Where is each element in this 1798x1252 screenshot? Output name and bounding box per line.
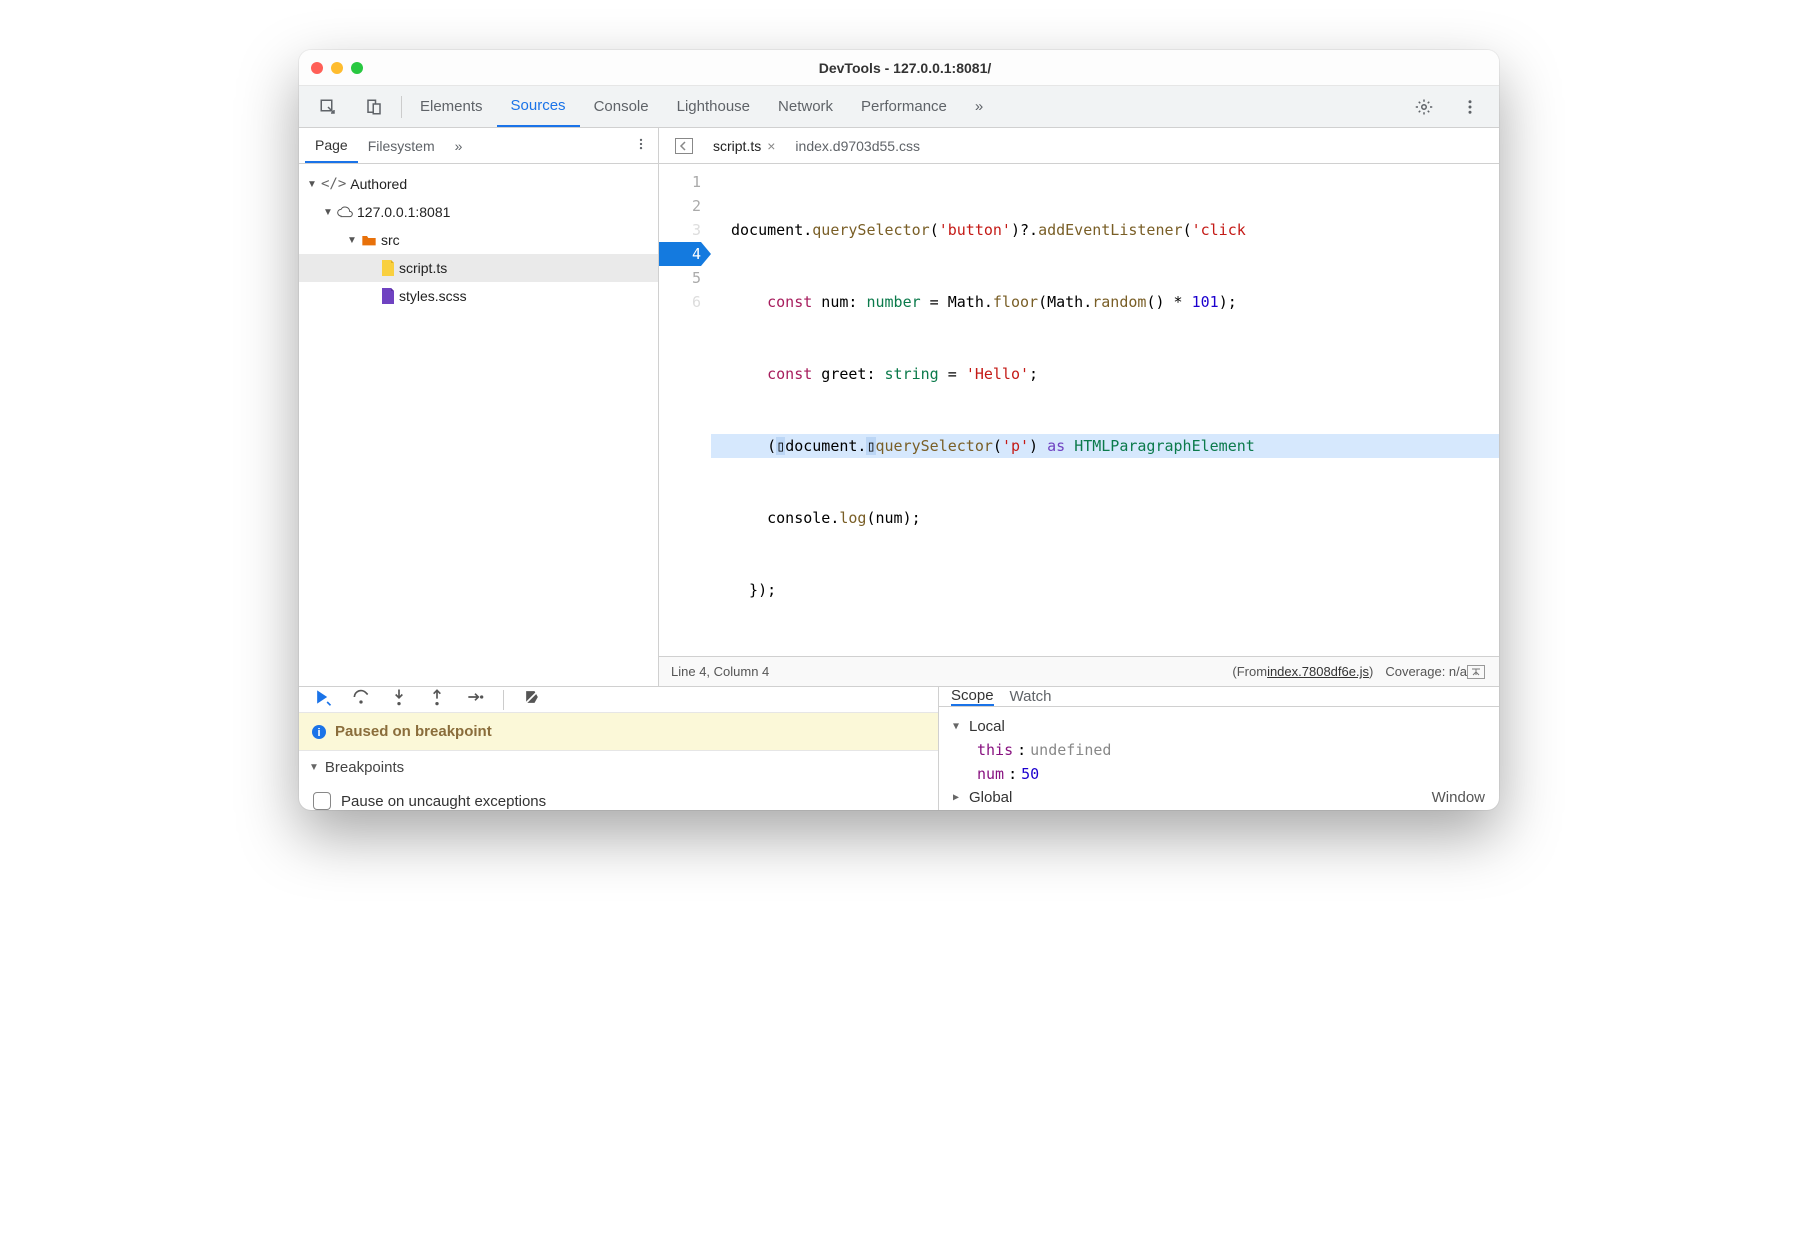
titlebar: DevTools - 127.0.0.1:8081/: [299, 50, 1499, 86]
nav-tab-filesystem[interactable]: Filesystem: [358, 128, 445, 163]
paused-banner: i Paused on breakpoint: [299, 713, 938, 751]
nav-tab-more[interactable]: »: [445, 128, 473, 163]
scope-num[interactable]: num: 50: [953, 762, 1485, 786]
nav-kebab-icon[interactable]: [624, 137, 658, 154]
source-map-link[interactable]: index.7808df6e.js: [1267, 664, 1369, 679]
coverage-status: Coverage: n/a: [1385, 664, 1467, 679]
close-tab-icon[interactable]: ×: [767, 138, 775, 154]
window-title: DevTools - 127.0.0.1:8081/: [323, 60, 1487, 76]
tab-elements[interactable]: Elements: [406, 86, 497, 127]
editor-tab-other[interactable]: index.d9703d55.css: [785, 138, 930, 154]
editor-pane: script.ts × index.d9703d55.css 1 2 3 4 5…: [659, 128, 1499, 686]
code-editor[interactable]: 1 2 3 4 5 6 document.querySelector('butt…: [659, 164, 1499, 656]
checkbox-unchecked-icon: [313, 792, 331, 810]
step-out-icon[interactable]: [427, 687, 447, 712]
deactivate-breakpoints-icon[interactable]: [522, 687, 542, 712]
authored-icon: </>: [321, 176, 346, 192]
scope-panel: Scope Watch ▼Local this: undefined num: …: [939, 687, 1499, 810]
scope-local[interactable]: ▼Local: [953, 715, 1485, 738]
step-into-icon[interactable]: [389, 687, 409, 712]
tab-watch[interactable]: Watch: [1010, 687, 1052, 706]
code-content[interactable]: document.querySelector('button')?.addEve…: [711, 164, 1499, 656]
nav-tab-page[interactable]: Page: [305, 128, 358, 163]
more-tabs[interactable]: »: [961, 86, 997, 127]
file-tree: ▼ </> Authored ▼ 127.0.0.1:8081 ▼ src sc…: [299, 164, 658, 686]
debugger-left-panel: i Paused on breakpoint ▼Breakpoints Paus…: [299, 687, 939, 810]
tab-network[interactable]: Network: [764, 86, 847, 127]
debugger-toolbar: [299, 687, 938, 713]
info-icon: i: [311, 724, 327, 740]
window-close-icon[interactable]: [311, 62, 323, 74]
pause-uncaught-checkbox[interactable]: Pause on uncaught exceptions: [313, 788, 938, 810]
tab-console[interactable]: Console: [580, 86, 663, 127]
tab-scope[interactable]: Scope: [951, 687, 994, 706]
cursor-position: Line 4, Column 4: [671, 664, 769, 679]
resume-icon[interactable]: [313, 687, 333, 712]
tree-host[interactable]: ▼ 127.0.0.1:8081: [299, 198, 658, 226]
svg-text:i: i: [317, 727, 320, 739]
scope-this[interactable]: this: undefined: [953, 738, 1485, 762]
settings-icon[interactable]: [1401, 86, 1447, 127]
tree-file-styles[interactable]: styles.scss: [299, 282, 658, 310]
tree-authored[interactable]: ▼ </> Authored: [299, 170, 658, 198]
tree-folder-src[interactable]: ▼ src: [299, 226, 658, 254]
line-gutter[interactable]: 1 2 3 4 5 6: [659, 164, 711, 656]
tab-lighthouse[interactable]: Lighthouse: [663, 86, 764, 127]
device-icon[interactable]: [351, 86, 397, 127]
scss-file-icon: [381, 288, 395, 304]
ts-file-icon: [381, 260, 395, 276]
navigator-pane: Page Filesystem » ▼ </> Authored ▼ 127.0…: [299, 128, 659, 686]
separator: [503, 690, 504, 710]
cloud-icon: [337, 204, 353, 220]
toggle-navigator-icon[interactable]: [665, 138, 703, 154]
folder-icon: [361, 233, 377, 247]
editor-tab-active[interactable]: script.ts ×: [703, 138, 785, 154]
tab-performance[interactable]: Performance: [847, 86, 961, 127]
breakpoints-header[interactable]: ▼Breakpoints: [299, 751, 938, 784]
inspect-icon[interactable]: [305, 86, 351, 127]
editor-status-bar: Line 4, Column 4 (From index.7808df6e.js…: [659, 656, 1499, 686]
toggle-drawer-icon[interactable]: [1467, 665, 1485, 679]
scope-global[interactable]: ▶Global Window: [953, 786, 1485, 809]
separator: [401, 96, 402, 118]
tab-sources[interactable]: Sources: [497, 86, 580, 127]
main-tab-strip: Elements Sources Console Lighthouse Netw…: [299, 86, 1499, 128]
step-icon[interactable]: [465, 687, 485, 712]
kebab-menu-icon[interactable]: [1447, 86, 1493, 127]
step-over-icon[interactable]: [351, 687, 371, 712]
devtools-window: DevTools - 127.0.0.1:8081/ Elements Sour…: [299, 50, 1499, 810]
tree-file-script[interactable]: script.ts: [299, 254, 658, 282]
